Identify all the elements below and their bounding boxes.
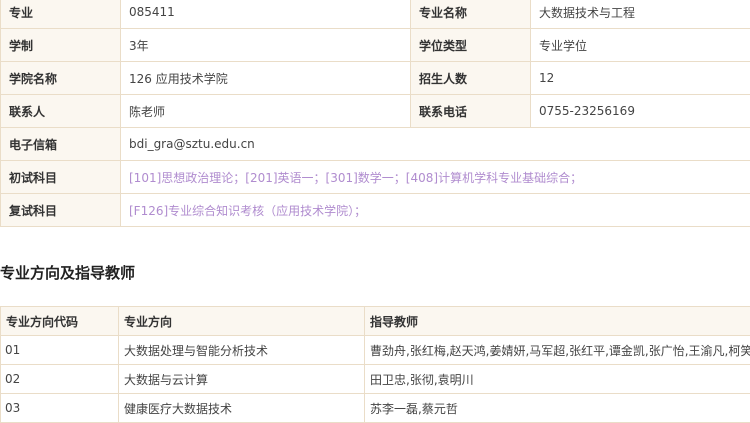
enrollment-value: 12 xyxy=(531,62,750,95)
header-direction-code: 专业方向代码 xyxy=(1,307,119,336)
direction-teachers: 苏李一磊,蔡元哲 xyxy=(365,394,750,423)
header-teachers: 指导教师 xyxy=(365,307,750,336)
retest-subjects-link[interactable]: [F126]专业综合知识考核（应用技术学院）； xyxy=(121,194,750,227)
info-row-retest: 复试科目 [F126]专业综合知识考核（应用技术学院）； xyxy=(1,194,750,227)
major-label: 专业 xyxy=(1,0,121,29)
college-label: 学院名称 xyxy=(1,62,121,95)
enrollment-label: 招生人数 xyxy=(411,62,531,95)
exam-subjects-label: 初试科目 xyxy=(1,161,121,194)
system-label: 学制 xyxy=(1,29,121,62)
direction-teachers: 曹劲舟,张红梅,赵天鸿,姜婧妍,马军超,张红平,谭金凯,张广怡,王渝凡,柯笑 xyxy=(365,336,750,365)
phone-label: 联系电话 xyxy=(411,95,531,128)
email-value: bdi_gra@sztu.edu.cn xyxy=(121,128,750,161)
direction-code: 01 xyxy=(1,336,119,365)
table-row: 02 大数据与云计算 田卫忠,张彻,袁明川 xyxy=(1,365,750,394)
retest-subjects-label: 复试科目 xyxy=(1,194,121,227)
directions-section-title: 专业方向及指导教师 xyxy=(0,262,135,283)
major-name-label: 专业名称 xyxy=(411,0,531,29)
system-value: 3年 xyxy=(121,29,411,62)
exam-subjects-link[interactable]: [101]思想政治理论；[201]英语一；[301]数学一；[408]计算机学科… xyxy=(121,161,750,194)
direction-teachers: 田卫忠,张彻,袁明川 xyxy=(365,365,750,394)
info-row-email: 电子信箱 bdi_gra@sztu.edu.cn xyxy=(1,128,750,161)
table-row: 03 健康医疗大数据技术 苏李一磊,蔡元哲 xyxy=(1,394,750,423)
directions-table: 专业方向代码 专业方向 指导教师 01 大数据处理与智能分析技术 曹劲舟,张红梅… xyxy=(0,306,750,423)
info-row-contact: 联系人 陈老师 联系电话 0755-23256169 xyxy=(1,95,750,128)
direction-code: 02 xyxy=(1,365,119,394)
contact-label: 联系人 xyxy=(1,95,121,128)
email-label: 电子信箱 xyxy=(1,128,121,161)
info-row-major: 专业 085411 专业名称 大数据技术与工程 xyxy=(1,0,750,29)
degree-type-value: 专业学位 xyxy=(531,29,750,62)
info-row-system: 学制 3年 学位类型 专业学位 xyxy=(1,29,750,62)
info-row-exam: 初试科目 [101]思想政治理论；[201]英语一；[301]数学一；[408]… xyxy=(1,161,750,194)
directions-header-row: 专业方向代码 专业方向 指导教师 xyxy=(1,307,750,336)
phone-value: 0755-23256169 xyxy=(531,95,750,128)
direction-name: 健康医疗大数据技术 xyxy=(119,394,365,423)
program-info-table: 专业 085411 专业名称 大数据技术与工程 学制 3年 学位类型 专业学位 … xyxy=(0,0,750,227)
degree-type-label: 学位类型 xyxy=(411,29,531,62)
direction-name: 大数据处理与智能分析技术 xyxy=(119,336,365,365)
info-row-college: 学院名称 126 应用技术学院 招生人数 12 xyxy=(1,62,750,95)
direction-code: 03 xyxy=(1,394,119,423)
college-value: 126 应用技术学院 xyxy=(121,62,411,95)
contact-value: 陈老师 xyxy=(121,95,411,128)
direction-name: 大数据与云计算 xyxy=(119,365,365,394)
header-direction: 专业方向 xyxy=(119,307,365,336)
table-row: 01 大数据处理与智能分析技术 曹劲舟,张红梅,赵天鸿,姜婧妍,马军超,张红平,… xyxy=(1,336,750,365)
major-code: 085411 xyxy=(121,0,411,29)
major-name: 大数据技术与工程 xyxy=(531,0,750,29)
